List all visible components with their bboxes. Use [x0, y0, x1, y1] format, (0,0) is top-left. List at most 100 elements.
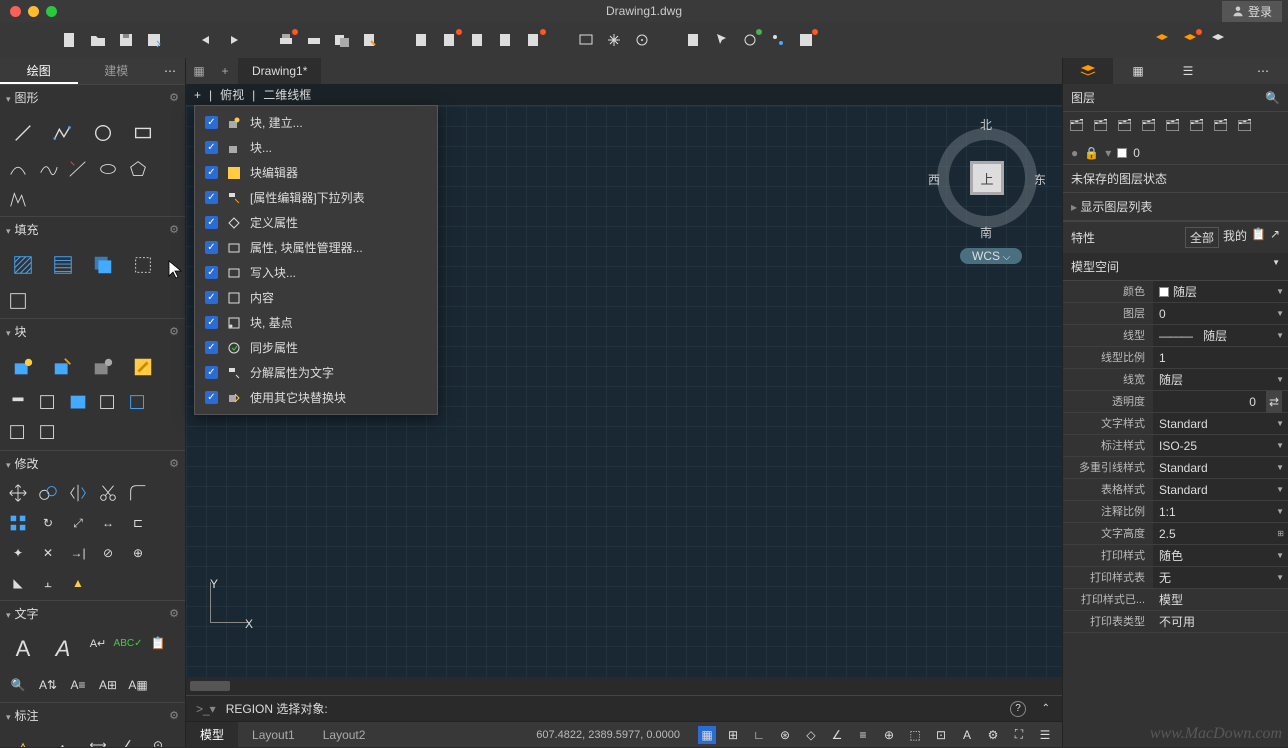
- polar-toggle-icon[interactable]: ⊛: [776, 726, 794, 744]
- batch-print-icon[interactable]: [332, 30, 352, 50]
- line-tool[interactable]: [4, 114, 42, 152]
- layer-delete-icon[interactable]: 🗂: [1093, 118, 1111, 136]
- gear-icon[interactable]: ⚙: [169, 709, 179, 722]
- array-tool[interactable]: [4, 510, 32, 536]
- sc-toggle-icon[interactable]: ⊡: [932, 726, 950, 744]
- orbit-icon[interactable]: [632, 30, 652, 50]
- fillet-tool[interactable]: [124, 480, 152, 506]
- section-header-block[interactable]: ▾块⚙: [0, 318, 185, 344]
- open-file-icon[interactable]: [88, 30, 108, 50]
- region-tool[interactable]: [124, 246, 162, 284]
- erase-tool[interactable]: ✕: [34, 540, 62, 566]
- xline-tool[interactable]: [64, 156, 92, 182]
- section-header-text[interactable]: ▾文字⚙: [0, 600, 185, 626]
- prop-transparency[interactable]: 0⇄: [1153, 391, 1288, 412]
- layer-search-icon[interactable]: 🔍: [1265, 91, 1280, 105]
- extend-tool[interactable]: →|: [64, 540, 92, 566]
- page-setup-icon[interactable]: [360, 30, 380, 50]
- text-align-tool[interactable]: A≡: [64, 672, 92, 698]
- chamfer-tool[interactable]: ◣: [4, 570, 32, 596]
- rotate-tool[interactable]: ↻: [34, 510, 62, 536]
- prop-textstyle[interactable]: Standard▼: [1153, 413, 1288, 434]
- prop-plotstyletable[interactable]: 无▼: [1153, 567, 1288, 588]
- layer-freeze-icon[interactable]: 🗂: [1141, 118, 1159, 136]
- right-tab-refs[interactable]: ☰: [1163, 58, 1213, 84]
- breadcrumb-view[interactable]: 俯视: [220, 86, 244, 103]
- layer-manager-icon[interactable]: [1152, 30, 1172, 50]
- ortho-toggle-icon[interactable]: ∟: [750, 726, 768, 744]
- prop-ltscale[interactable]: 1: [1153, 347, 1288, 368]
- layer-lock-icon[interactable]: 🗂: [1165, 118, 1183, 136]
- viewcube-top-face[interactable]: 上: [970, 161, 1004, 195]
- copy-icon[interactable]: [440, 30, 460, 50]
- polygon-tool[interactable]: [124, 156, 152, 182]
- prop-textheight[interactable]: 2.5⊞: [1153, 523, 1288, 544]
- section-header-shapes[interactable]: ▾图形⚙: [0, 84, 185, 110]
- document-tab[interactable]: Drawing1*: [238, 58, 321, 84]
- dtext-tool[interactable]: A: [44, 630, 82, 668]
- attsync-tool[interactable]: [34, 420, 62, 446]
- offset-tool[interactable]: ⊏: [124, 510, 152, 536]
- ctx-block-insert[interactable]: ✓块...: [195, 135, 437, 160]
- customize-icon[interactable]: ☰: [1036, 726, 1054, 744]
- cmdline-expand-icon[interactable]: ⌃: [1042, 703, 1050, 714]
- layer-list-toggle[interactable]: ▸ 显示图层列表: [1063, 192, 1288, 221]
- prop-linetype[interactable]: ——— 随层▼: [1153, 325, 1288, 346]
- dim-radius-tool[interactable]: ⊙: [144, 732, 172, 747]
- attdef-tool[interactable]: [4, 390, 32, 416]
- gear-icon[interactable]: ⚙: [169, 325, 179, 338]
- fullscreen-icon[interactable]: ⛶: [1010, 726, 1028, 744]
- align-tool[interactable]: ⫠: [34, 570, 62, 596]
- prop-dimstyle[interactable]: ISO-25▼: [1153, 435, 1288, 456]
- dim-style-tool[interactable]: [44, 732, 82, 747]
- layer-state[interactable]: 未保存的图层状态: [1063, 164, 1288, 192]
- ctx-attr-editor[interactable]: ✓[属性编辑器]下拉列表: [195, 185, 437, 210]
- breadcrumb-style[interactable]: 二维线框: [263, 86, 311, 103]
- settings-icon[interactable]: [768, 30, 788, 50]
- copy-tool[interactable]: [34, 480, 62, 506]
- right-tab-blocks[interactable]: ▦: [1113, 58, 1163, 84]
- layer-color-icon[interactable]: 🗂: [1189, 118, 1207, 136]
- text-find-tool[interactable]: 🔍: [4, 672, 32, 698]
- gear-icon[interactable]: ⚙: [169, 223, 179, 236]
- dim-aligned-tool[interactable]: ⟷: [84, 732, 112, 747]
- wblock-tool[interactable]: [94, 390, 122, 416]
- breadcrumb-add-icon[interactable]: +: [194, 88, 201, 102]
- gear-icon[interactable]: ⚙: [169, 457, 179, 470]
- layer-state-icon[interactable]: [1180, 30, 1200, 50]
- prop-tablestyle[interactable]: Standard▼: [1153, 479, 1288, 500]
- paste-icon[interactable]: [468, 30, 488, 50]
- window-minimize[interactable]: [28, 6, 39, 17]
- workspace-toggle-icon[interactable]: ⚙: [984, 726, 1002, 744]
- layout-tab-2[interactable]: Layout2: [309, 722, 380, 747]
- viewcube-west[interactable]: 西: [928, 171, 940, 188]
- text-scale-tool[interactable]: A⇅: [34, 672, 62, 698]
- tab-grid-icon[interactable]: ▦: [186, 58, 212, 84]
- layer-iso-icon[interactable]: 🗂: [1237, 118, 1255, 136]
- notification-icon[interactable]: [796, 30, 816, 50]
- move-tool[interactable]: [4, 480, 32, 506]
- text-convert-tool[interactable]: A▦: [124, 672, 152, 698]
- ctx-define-attr[interactable]: ✓定义属性: [195, 210, 437, 235]
- redo-icon[interactable]: [224, 30, 244, 50]
- section-header-modify[interactable]: ▾修改⚙: [0, 450, 185, 476]
- refresh-icon[interactable]: [684, 30, 704, 50]
- prop-color[interactable]: 随层▼: [1153, 281, 1288, 302]
- ctx-attsync[interactable]: ✓同步属性: [195, 335, 437, 360]
- pan-icon[interactable]: [604, 30, 624, 50]
- ctx-blockreplace[interactable]: ✓使用其它块替换块: [195, 385, 437, 410]
- tab-overflow-icon[interactable]: ⋯: [155, 58, 185, 84]
- block-create-tool[interactable]: [4, 348, 42, 386]
- rectangle-tool[interactable]: [124, 114, 162, 152]
- gear-icon[interactable]: ⚙: [169, 91, 179, 104]
- attedit-tool[interactable]: [34, 390, 62, 416]
- save-icon[interactable]: [116, 30, 136, 50]
- prop-lineweight[interactable]: 随层▼: [1153, 369, 1288, 390]
- undo-icon[interactable]: [196, 30, 216, 50]
- wipeout-tool[interactable]: [4, 288, 32, 314]
- section-header-dimension[interactable]: ▾标注⚙: [0, 702, 185, 728]
- otrack-toggle-icon[interactable]: ∠: [828, 726, 846, 744]
- paste-special-icon[interactable]: [496, 30, 516, 50]
- cut-icon[interactable]: [412, 30, 432, 50]
- ctx-block-editor[interactable]: ✓块编辑器: [195, 160, 437, 185]
